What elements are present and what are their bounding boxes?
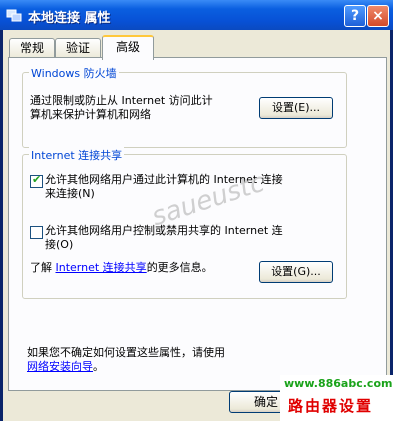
ics-help-link[interactable]: Internet 连接共享: [56, 261, 147, 274]
advanced-panel: Windows 防火墙 通过限制或防止从 Internet 访问此计 算机来保护…: [8, 57, 387, 391]
help-button[interactable]: ?: [344, 5, 366, 27]
checkmark-icon: ✔: [32, 173, 42, 186]
tab-authentication[interactable]: 验证: [55, 38, 101, 58]
help-suffix: 。: [93, 360, 104, 373]
firewall-description-line2: 算机来保护计算机和网络: [30, 108, 151, 121]
window-title: 本地连接 属性: [28, 11, 111, 26]
tab-advanced[interactable]: 高级: [102, 35, 154, 60]
ics-learn-more: 了解 Internet 连接共享的更多信息。: [30, 261, 213, 275]
site-brand: www.886abc.com 路由器设置: [280, 375, 393, 421]
learn-prefix: 了解: [30, 261, 56, 274]
firewall-description-line1: 通过限制或防止从 Internet 访问此计: [30, 94, 213, 107]
close-button[interactable]: ×: [367, 5, 389, 27]
firewall-group-title: Windows 防火墙: [29, 65, 119, 81]
help-text-line2: 网络安装向导。: [27, 360, 104, 374]
firewall-group: Windows 防火墙 通过限制或防止从 Internet 访问此计 算机来保护…: [22, 65, 347, 148]
allow-connect-label-line2[interactable]: 来连接(N): [45, 187, 95, 201]
properties-window: 本地连接 属性 ? × 常规 验证 高级 Windows 防火墙 通过限制或防止…: [0, 0, 393, 421]
brand-url: www.886abc.com: [284, 377, 393, 390]
tab-general[interactable]: 常规: [9, 38, 55, 58]
network-connection-icon: [6, 9, 22, 22]
allow-control-label-line2[interactable]: 接(O): [45, 238, 73, 252]
brand-name: 路由器设置: [288, 397, 374, 415]
allow-control-checkbox[interactable]: [30, 226, 43, 239]
allow-connect-checkbox[interactable]: ✔: [30, 173, 43, 188]
firewall-settings-button[interactable]: 设置(E)...: [259, 97, 333, 119]
learn-suffix: 的更多信息。: [146, 261, 213, 274]
ics-settings-button[interactable]: 设置(G)...: [259, 261, 333, 283]
dialog-client: 常规 验证 高级 Windows 防火墙 通过限制或防止从 Internet 访…: [3, 30, 390, 421]
network-setup-wizard-link[interactable]: 网络安装向导: [27, 360, 93, 373]
ics-group: Internet 连接共享 ✔ 允许其他网络用户通过此计算机的 Internet…: [22, 147, 347, 299]
title-bar[interactable]: 本地连接 属性 ? ×: [0, 0, 393, 30]
help-text-line1: 如果您不确定如何设置这些属性，请使用: [27, 346, 225, 359]
ics-group-title: Internet 连接共享: [29, 147, 125, 163]
